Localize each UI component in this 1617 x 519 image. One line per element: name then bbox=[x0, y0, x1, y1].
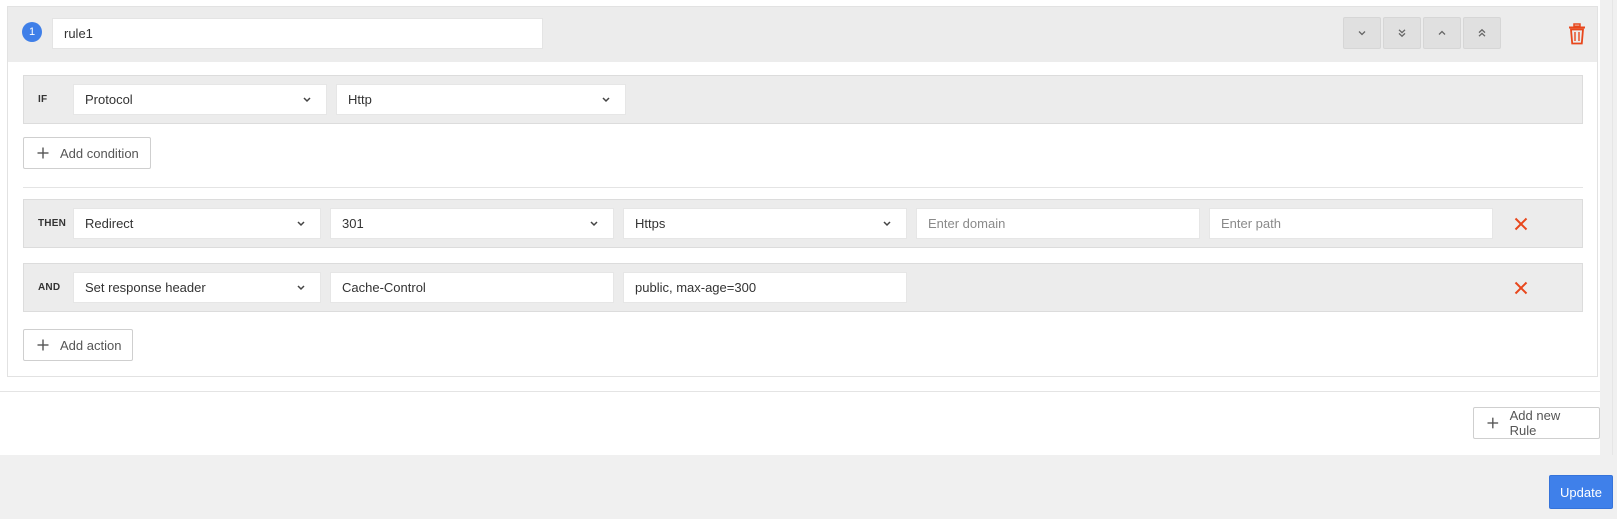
add-action-button[interactable]: Add action bbox=[23, 329, 134, 361]
double-chevron-up-icon bbox=[1478, 28, 1486, 37]
action-type-value: Set response header bbox=[85, 280, 206, 295]
move-to-bottom-button[interactable] bbox=[1383, 17, 1421, 49]
action-type-value: Redirect bbox=[85, 216, 134, 231]
redirect-path-input[interactable] bbox=[1209, 208, 1493, 239]
chevron-up-icon bbox=[1438, 30, 1446, 35]
action-row-then: THEN Redirect 301 Https bbox=[23, 199, 1583, 248]
chevron-down-icon bbox=[883, 221, 891, 227]
plus-icon bbox=[37, 339, 49, 351]
redirect-code-select[interactable]: 301 bbox=[330, 208, 614, 239]
redirect-protocol-select[interactable]: Https bbox=[623, 208, 907, 239]
action-then-keyword: THEN bbox=[38, 218, 67, 229]
remove-action-button[interactable] bbox=[1512, 279, 1530, 297]
action-row-and: AND Set response header bbox=[23, 263, 1583, 312]
close-icon bbox=[1514, 281, 1528, 295]
redirect-protocol-value: Https bbox=[635, 216, 666, 231]
rules-editor: 1 rule1 IF Protocol Http Add condition T… bbox=[0, 0, 1600, 455]
condition-field-select[interactable]: Protocol bbox=[73, 84, 327, 115]
condition-row: IF Protocol Http bbox=[23, 75, 1583, 124]
chevron-down-icon bbox=[297, 221, 305, 227]
add-action-label: Add action bbox=[60, 337, 122, 353]
rule-card: 1 rule1 IF Protocol Http Add condition T… bbox=[7, 6, 1598, 377]
plus-icon bbox=[37, 147, 49, 159]
chevron-down-icon bbox=[590, 221, 598, 227]
action-type-select[interactable]: Set response header bbox=[73, 272, 321, 303]
chevron-down-icon bbox=[602, 97, 610, 103]
delete-rule-button[interactable] bbox=[1567, 22, 1587, 46]
scrollbar-track bbox=[1612, 0, 1613, 455]
move-to-top-button[interactable] bbox=[1463, 17, 1501, 49]
action-type-select[interactable]: Redirect bbox=[73, 208, 321, 239]
condition-value-value: Http bbox=[348, 92, 372, 107]
move-down-button[interactable] bbox=[1343, 17, 1381, 49]
rule-header: 1 bbox=[8, 7, 1597, 62]
remove-action-button[interactable] bbox=[1512, 215, 1530, 233]
add-condition-button[interactable]: Add condition bbox=[23, 137, 151, 169]
chevron-down-icon bbox=[1358, 31, 1366, 36]
add-condition-label: Add condition bbox=[60, 145, 139, 161]
condition-keyword: IF bbox=[38, 94, 48, 105]
double-chevron-down-icon bbox=[1398, 29, 1406, 38]
update-button[interactable]: Update bbox=[1549, 475, 1613, 509]
header-name-input[interactable] bbox=[330, 272, 614, 303]
divider bbox=[0, 391, 1600, 392]
divider bbox=[23, 187, 1583, 188]
condition-value-select[interactable]: Http bbox=[336, 84, 626, 115]
chevron-down-icon bbox=[297, 285, 305, 291]
trash-icon bbox=[1569, 23, 1585, 45]
close-icon bbox=[1514, 217, 1528, 231]
rule-name-input[interactable] bbox=[52, 18, 543, 49]
plus-icon bbox=[1487, 417, 1499, 429]
redirect-code-value: 301 bbox=[342, 216, 364, 231]
header-value-input[interactable] bbox=[623, 272, 907, 303]
redirect-domain-input[interactable] bbox=[916, 208, 1200, 239]
rule-number-badge: 1 bbox=[22, 22, 42, 42]
chevron-down-icon bbox=[303, 97, 311, 103]
action-and-keyword: AND bbox=[38, 282, 61, 293]
add-new-rule-button[interactable]: Add new Rule bbox=[1473, 407, 1600, 439]
add-new-rule-label: Add new Rule bbox=[1509, 408, 1561, 438]
move-up-button[interactable] bbox=[1423, 17, 1461, 49]
condition-field-value: Protocol bbox=[85, 92, 133, 107]
